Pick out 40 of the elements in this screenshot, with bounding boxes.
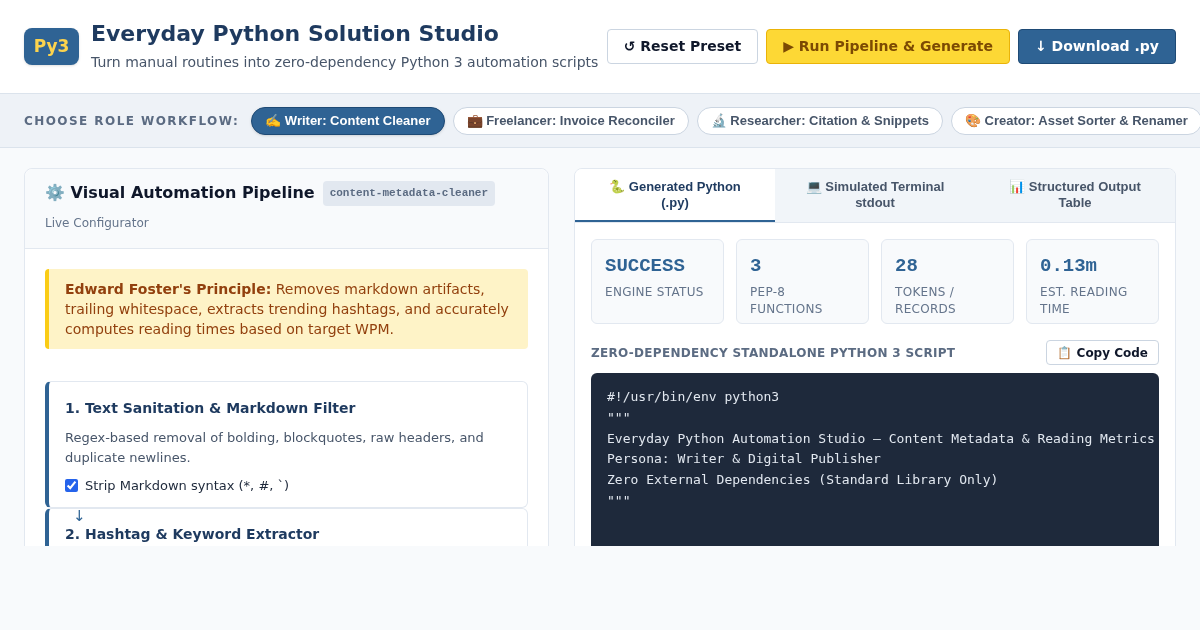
panel-subtitle: Live Configurator <box>45 214 150 232</box>
header-button[interactable]: ↓ Download .py <box>1018 29 1176 64</box>
stat-label: EST. READING TIME <box>1040 283 1129 318</box>
stat-label: ENGINE STATUS <box>605 283 705 301</box>
stat-value: 0.13m <box>1040 254 1098 279</box>
role-pill[interactable]: 💼 Freelancer: Invoice Reconciler <box>452 106 689 135</box>
panel-title: ⚙ Visual Automation Pipeline <box>45 182 315 205</box>
option-label: Strip Markdown syntax (*, #, `) <box>85 476 290 495</box>
principle-note: Edward Foster's Principle: Removes markdown artifacts, trailing whitespace, extracts trending hashtags, and accurately computes reading times based on target WPM. <box>45 268 528 349</box>
code-line: """ <box>607 492 632 510</box>
code-line: """ <box>607 408 632 427</box>
copy-code-button[interactable]: 📋 Copy Code <box>1046 340 1159 365</box>
script-heading: ZERO-DEPENDENCY STANDALONE PYTHON 3 SCRIPT <box>591 344 956 362</box>
role-pill[interactable]: 🎨 Creator: Asset Sorter & Renamer <box>951 106 1200 135</box>
role-pill[interactable]: ✍ Writer: Content Cleaner <box>251 106 445 135</box>
output-tab[interactable]: 📊 Structured Output Table <box>975 169 1175 222</box>
down-arrow-icon: ↓ <box>73 509 86 524</box>
role-label: CHOOSE ROLE WORKFLOW: <box>24 112 240 130</box>
code-line: Zero External Dependencies (Standard Library Only) <box>607 471 1000 490</box>
step-title: 2. Hashtag & Keyword Extractor <box>65 525 321 544</box>
stat-label: PEP-8 FUNCTIONS <box>750 283 824 318</box>
step-title: 1. Text Sanitation & Markdown Filter <box>65 398 357 418</box>
option-checkbox[interactable] <box>65 478 78 492</box>
code-line: Everyday Python Automation Studio — Content Metadata & Reading Metrics <box>607 429 1155 448</box>
stat-value: 28 <box>895 254 919 279</box>
workflow-tag: content-metadata-cleaner <box>322 181 496 206</box>
role-pill[interactable]: 🔬 Researcher: Citation & Snippets <box>696 106 943 135</box>
header-button[interactable]: ▶ Run Pipeline & Generate <box>766 29 1010 64</box>
stat-value: SUCCESS <box>605 254 686 279</box>
stat-label: TOKENS / RECORDS <box>895 283 958 318</box>
header-button[interactable]: ↺ Reset Preset <box>606 29 759 64</box>
logo: Py3 <box>24 28 79 65</box>
app-title: Everyday Python Solution Studio <box>91 20 500 48</box>
step-description: Regex-based removal of bolding, blockquotes, raw headers, and duplicate newlines. <box>65 428 485 467</box>
code-line: #!/usr/bin/env python3 <box>607 388 781 406</box>
app-subtitle: Turn manual routines into zero-dependency Python 3 automation scripts <box>91 52 599 72</box>
stat-value: 3 <box>750 254 763 279</box>
output-tab[interactable]: 🐍 Generated Python (.py) <box>575 169 775 222</box>
output-tab[interactable]: 💻 Simulated Terminal stdout <box>775 169 975 222</box>
code-line: Persona: Writer & Digital Publisher <box>607 450 882 469</box>
